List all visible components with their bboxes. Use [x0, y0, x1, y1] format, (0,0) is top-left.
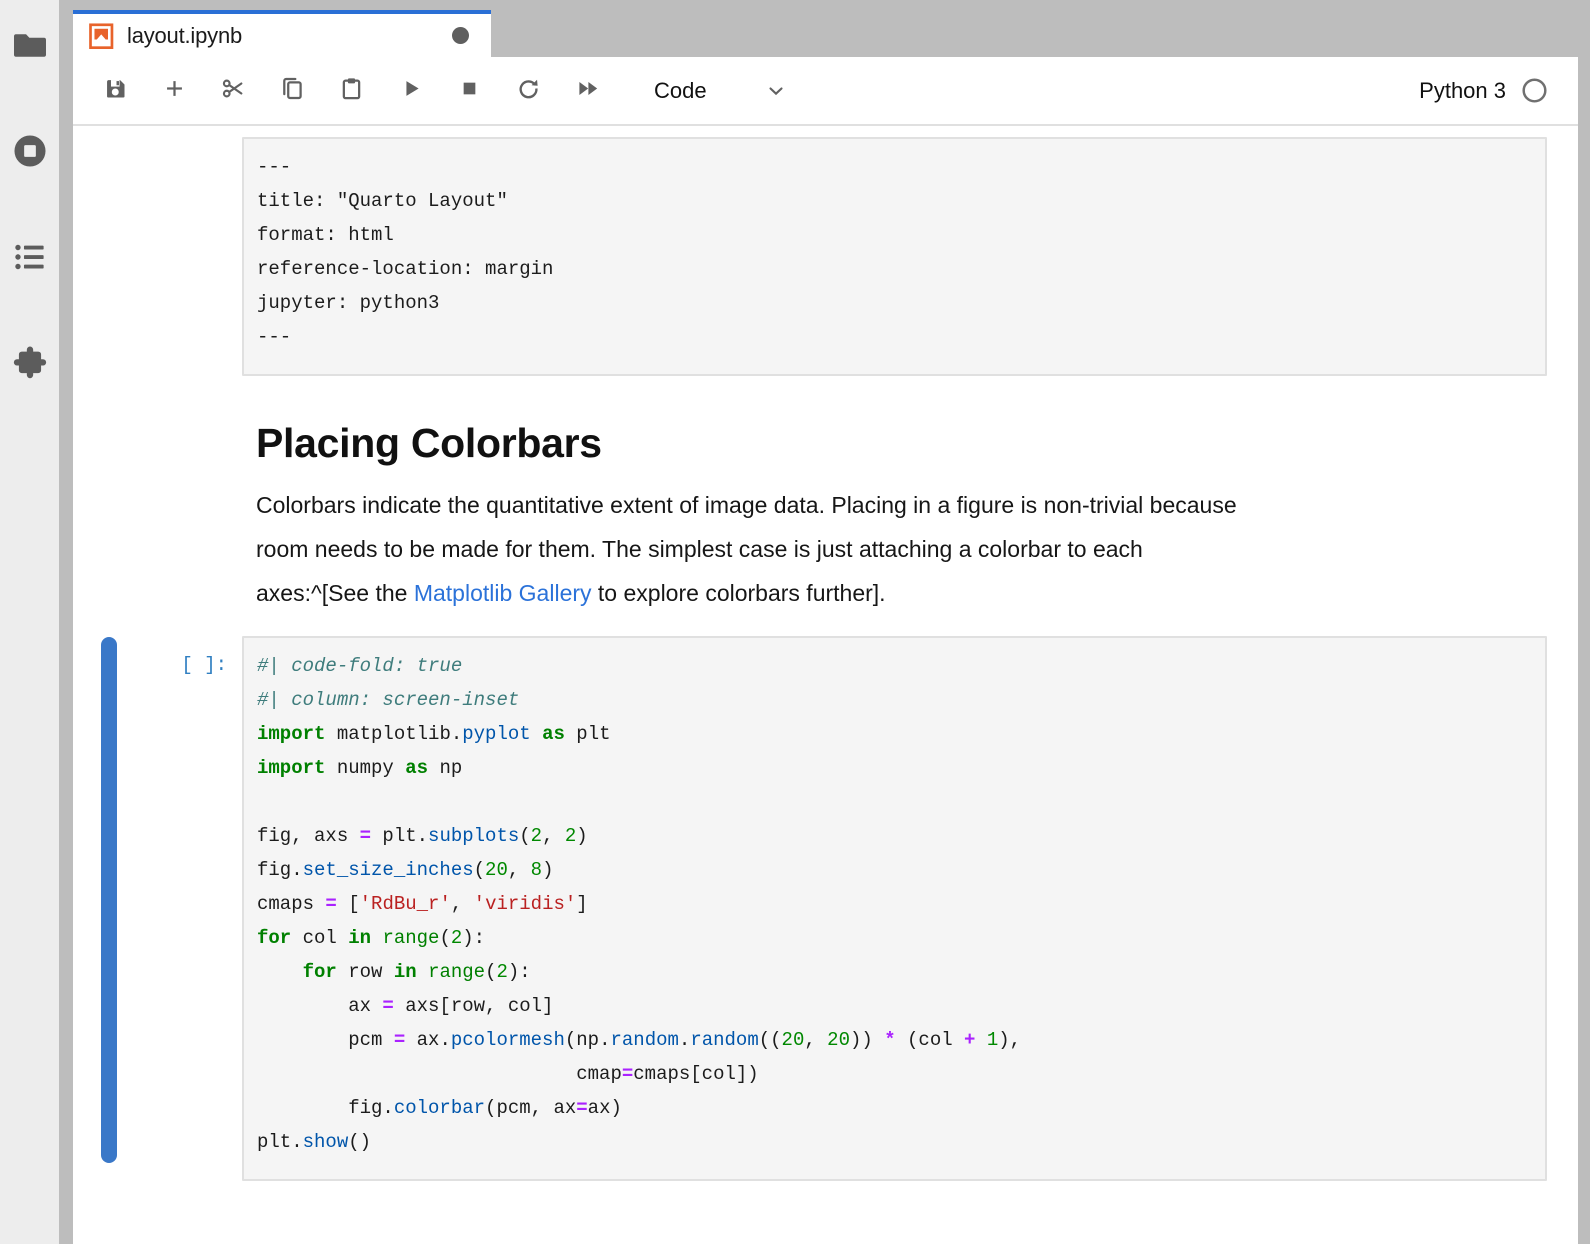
notebook-toolbar: Code Python 3	[73, 57, 1590, 126]
kernel-area: Python 3	[1419, 77, 1548, 104]
run-cell-button[interactable]	[388, 67, 432, 115]
save-button[interactable]	[93, 67, 137, 115]
clipboard-icon	[338, 75, 365, 107]
copy-icon	[279, 75, 306, 107]
cell-type-dropdown[interactable]: Code	[654, 78, 787, 104]
tab-layout-ipynb[interactable]: layout.ipynb	[73, 10, 491, 57]
paste-cells-button[interactable]	[329, 67, 373, 115]
notebook-icon	[87, 22, 115, 50]
restart-kernel-button[interactable]	[506, 67, 550, 115]
dock-panel-gutter	[59, 0, 73, 1244]
sidebar-item-file-browser[interactable]	[11, 28, 49, 66]
active-cell-collapser[interactable]	[101, 637, 117, 1163]
toc-list-icon	[11, 238, 49, 281]
notebook-content: ---title: "Quarto Layout"format: htmlref…	[73, 126, 1590, 1244]
cell-type-value: Code	[654, 78, 707, 104]
insert-cell-button[interactable]	[152, 67, 196, 115]
jupyterlab-app: layout.ipynb	[0, 0, 1590, 1244]
restart-run-all-button[interactable]	[565, 67, 609, 115]
raw-cell-editor[interactable]: ---title: "Quarto Layout"format: htmlref…	[242, 137, 1547, 376]
kernel-status-icon[interactable]	[1521, 77, 1548, 104]
sidebar-item-extensions[interactable]	[11, 346, 49, 384]
code-cell-editor[interactable]: #| code-fold: true#| column: screen-inse…	[242, 636, 1547, 1181]
run-icon	[397, 75, 424, 107]
chevron-down-icon	[765, 80, 787, 102]
folder-icon	[11, 26, 49, 69]
cut-cells-button[interactable]	[211, 67, 255, 115]
main-area: layout.ipynb	[73, 0, 1590, 1244]
markdown-cell: Placing Colorbars Colorbars indicate the…	[73, 420, 1547, 615]
tab-bar: layout.ipynb	[73, 0, 1590, 57]
raw-cell: ---title: "Quarto Layout"format: htmlref…	[73, 137, 1547, 376]
running-icon	[11, 132, 49, 175]
tab-label: layout.ipynb	[127, 23, 242, 49]
restart-icon	[515, 75, 542, 107]
stop-icon	[456, 75, 483, 107]
interrupt-kernel-button[interactable]	[447, 67, 491, 115]
plus-icon	[161, 75, 188, 107]
dock-panel-right-edge	[1578, 57, 1590, 1244]
cell-input-prompt: [ ]:	[73, 648, 227, 682]
markdown-heading: Placing Colorbars	[256, 420, 1533, 467]
matplotlib-gallery-link[interactable]: Matplotlib Gallery	[414, 580, 592, 606]
markdown-paragraph: Colorbars indicate the quantitative exte…	[256, 483, 1533, 615]
sidebar-item-running-kernels[interactable]	[11, 134, 49, 172]
kernel-name: Python 3	[1419, 78, 1506, 104]
scissors-icon	[220, 75, 247, 107]
copy-cells-button[interactable]	[270, 67, 314, 115]
code-cell: [ ]: #| code-fold: true#| column: screen…	[73, 636, 1547, 1181]
save-icon	[102, 75, 129, 107]
fast-forward-icon	[574, 75, 601, 107]
unsaved-changes-indicator[interactable]	[452, 27, 469, 44]
puzzle-icon	[11, 344, 49, 387]
paragraph-text: to explore colorbars further].	[592, 580, 886, 606]
sidebar-item-table-of-contents[interactable]	[11, 240, 49, 278]
left-sidebar	[0, 0, 59, 1244]
